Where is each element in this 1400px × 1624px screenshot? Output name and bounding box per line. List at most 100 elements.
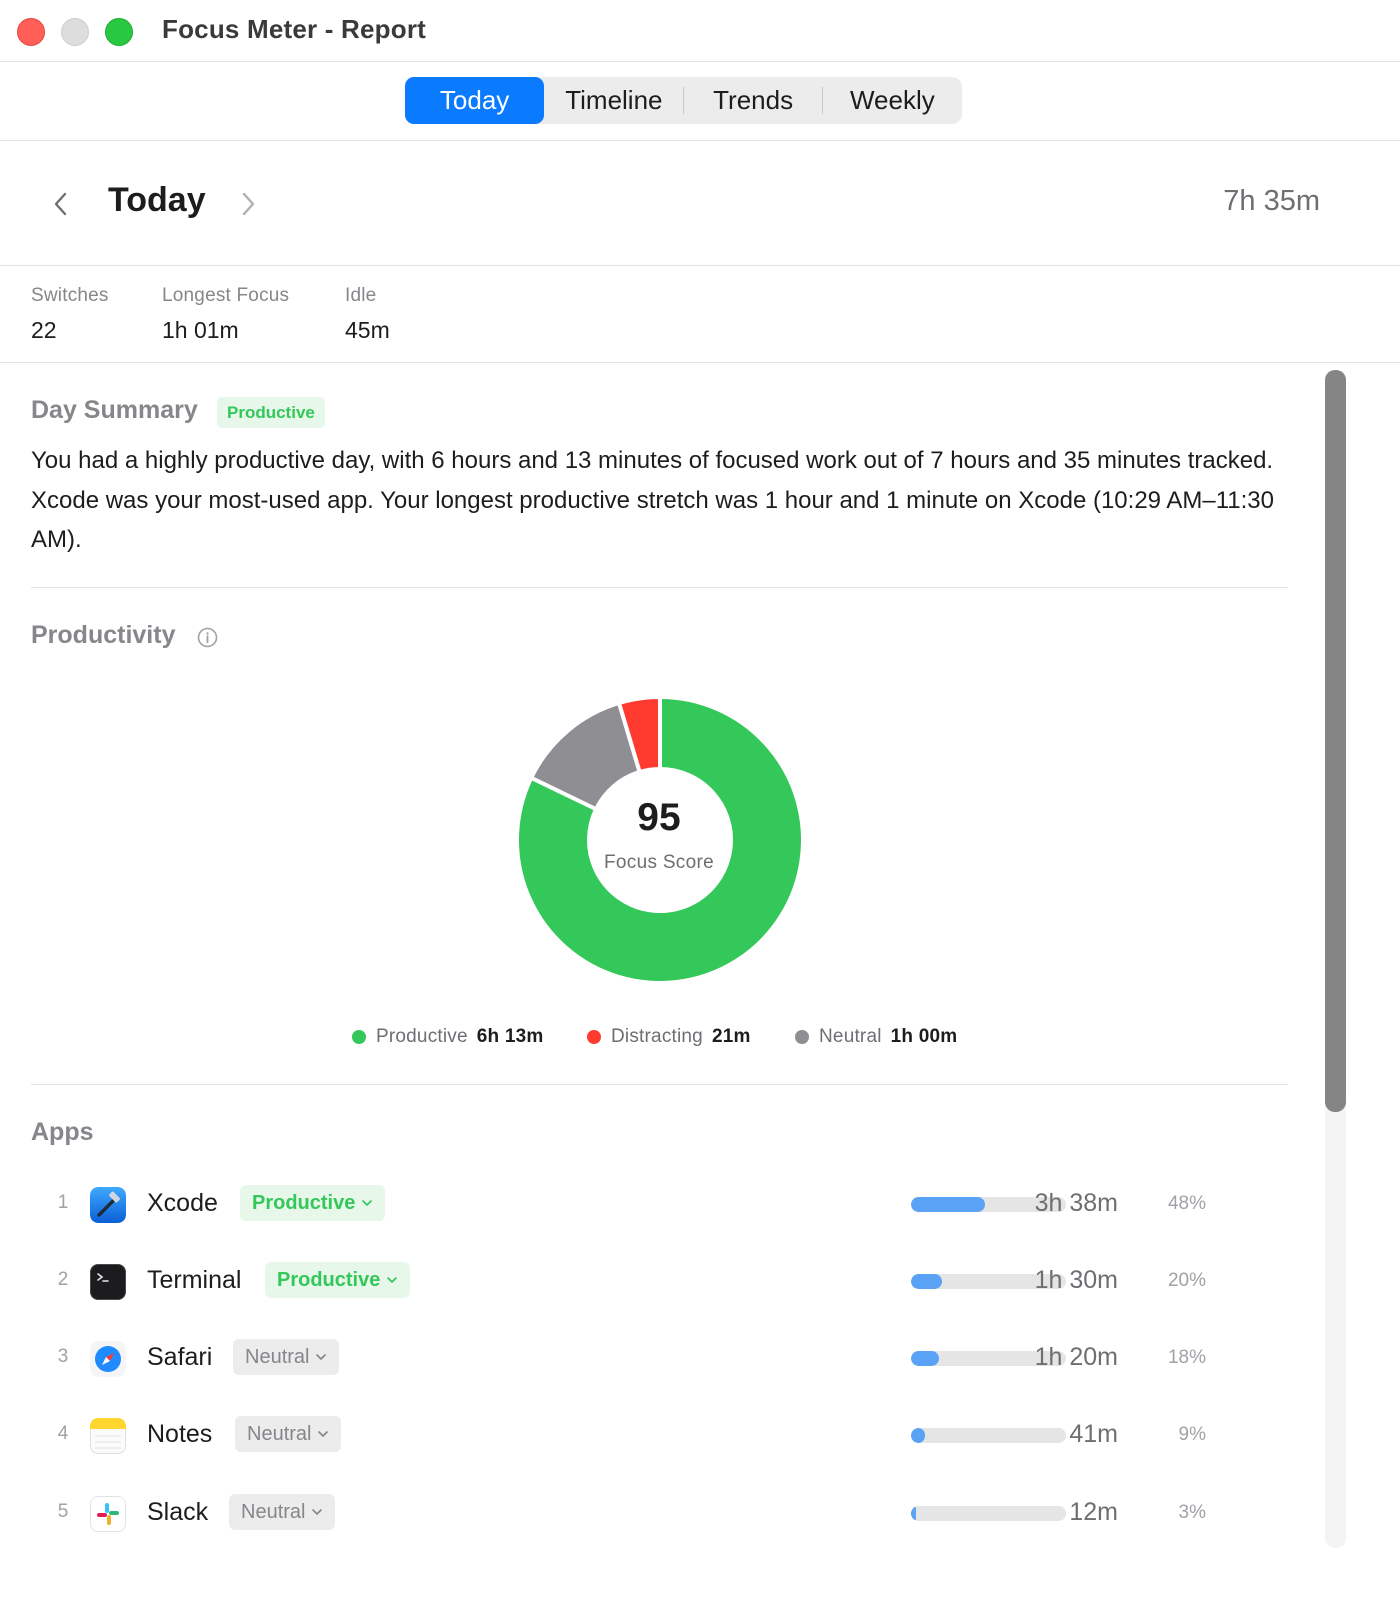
- app-row[interactable]: 5 Slack Neutral 12m 3%: [0, 1484, 1318, 1544]
- segment-divider: [683, 87, 684, 114]
- tab-today[interactable]: Today: [405, 77, 545, 124]
- category-dropdown[interactable]: Neutral: [233, 1339, 340, 1375]
- legend-value: 6h 13m: [476, 1026, 544, 1047]
- legend-label: Neutral: [819, 1026, 882, 1047]
- stat-longest-focus: Longest Focus 1h 01m: [162, 285, 289, 344]
- divider: [31, 1084, 1288, 1085]
- category-dropdown[interactable]: Productive: [240, 1185, 386, 1221]
- notes-icon: [90, 1418, 126, 1454]
- day-summary-title: Day Summary: [31, 396, 198, 424]
- title-bar: Focus Meter - Report: [0, 0, 1400, 62]
- stat-switches: Switches 22: [31, 285, 109, 344]
- legend-dot: [352, 1030, 366, 1044]
- app-name: Xcode: [147, 1189, 218, 1217]
- app-name: Safari: [147, 1343, 213, 1371]
- category-label: Productive: [277, 1268, 381, 1291]
- app-rank: 3: [57, 1346, 69, 1367]
- stat-label: Switches: [31, 285, 109, 306]
- terminal-icon: [90, 1264, 126, 1300]
- app-percent: 18%: [1167, 1347, 1206, 1368]
- app-name: Slack: [147, 1498, 209, 1526]
- legend-value: 1h 00m: [890, 1026, 958, 1047]
- usage-bar-fill: [911, 1197, 986, 1212]
- stats-row: Switches 22 Longest Focus 1h 01m Idle 45…: [0, 266, 1400, 363]
- usage-bar-fill: [911, 1351, 939, 1366]
- legend-productive: Productive 6h 13m: [352, 1026, 543, 1048]
- legend-dot: [587, 1030, 601, 1044]
- app-percent: 3%: [1178, 1502, 1206, 1523]
- focus-donut-chart: [515, 694, 805, 985]
- legend-label: Distracting: [611, 1026, 703, 1047]
- segment-divider: [822, 87, 823, 114]
- usage-bar: [911, 1428, 1066, 1443]
- segmented-control: Today Timeline Trends Weekly: [405, 77, 962, 124]
- usage-bar: [911, 1506, 1066, 1521]
- app-row[interactable]: 1 Xcode Productive 3h 38m 48%: [0, 1175, 1318, 1235]
- date-title: Today: [108, 181, 206, 219]
- app-percent: 48%: [1167, 1193, 1206, 1214]
- stat-value: 45m: [345, 317, 390, 343]
- stat-value: 22: [31, 317, 57, 343]
- day-summary-text: You had a highly productive day, with 6 …: [31, 447, 1274, 553]
- category-dropdown[interactable]: Neutral: [235, 1416, 342, 1452]
- chevron-left-icon[interactable]: [50, 191, 72, 217]
- productivity-title: Productivity: [31, 621, 176, 649]
- window-title: Focus Meter - Report: [162, 14, 427, 44]
- stat-label: Longest Focus: [162, 285, 290, 306]
- chevron-right-icon[interactable]: [237, 191, 259, 217]
- app-time: 41m: [1069, 1420, 1118, 1448]
- app-time: 3h 38m: [1034, 1189, 1118, 1217]
- apps-title: Apps: [31, 1118, 94, 1146]
- usage-bar-fill: [911, 1274, 942, 1289]
- tab-timeline[interactable]: Timeline: [544, 77, 683, 124]
- xcode-icon: [90, 1187, 126, 1223]
- focus-score-value: 95: [637, 796, 681, 839]
- legend-distracting: Distracting 21m: [587, 1026, 751, 1048]
- divider: [31, 587, 1288, 588]
- tab-trends[interactable]: Trends: [684, 77, 823, 124]
- minimize-window-button[interactable]: [61, 18, 89, 46]
- category-label: Neutral: [245, 1345, 310, 1368]
- stat-label: Idle: [345, 285, 377, 306]
- app-row[interactable]: 3 Safari Neutral 1h 20m 18%: [0, 1329, 1318, 1389]
- summary-status-badge: Productive: [217, 397, 325, 428]
- app-time: 1h 20m: [1034, 1343, 1118, 1371]
- legend-neutral: Neutral 1h 00m: [795, 1026, 957, 1048]
- zoom-window-button[interactable]: [105, 18, 133, 46]
- app-time: 12m: [1069, 1498, 1118, 1526]
- app-name: Terminal: [147, 1266, 242, 1294]
- legend-dot: [795, 1030, 809, 1044]
- stat-value: 1h 01m: [162, 317, 239, 343]
- app-row[interactable]: 2 Terminal Productive 1h 30m 20%: [0, 1252, 1318, 1312]
- usage-bar-fill: [911, 1506, 916, 1521]
- app-time: 1h 30m: [1034, 1266, 1118, 1294]
- app-rank: 1: [57, 1192, 69, 1213]
- scrollbar-thumb[interactable]: [1325, 370, 1346, 1112]
- app-rank: 4: [57, 1423, 69, 1444]
- category-dropdown[interactable]: Productive: [265, 1262, 411, 1298]
- app-row[interactable]: 4 Notes Neutral 41m 9%: [0, 1406, 1318, 1466]
- category-label: Neutral: [241, 1500, 306, 1523]
- tab-weekly[interactable]: Weekly: [823, 77, 962, 124]
- app-name: Notes: [147, 1420, 213, 1448]
- app-percent: 9%: [1178, 1424, 1206, 1445]
- close-window-button[interactable]: [17, 18, 45, 46]
- legend-label: Productive: [376, 1026, 468, 1047]
- focus-score-label: Focus Score: [604, 852, 714, 873]
- total-tracked-time: 7h 35m: [1223, 185, 1320, 217]
- date-header: Today 7h 35m: [0, 141, 1400, 266]
- chevron-down-icon: [362, 1200, 373, 1206]
- slack-icon: [90, 1496, 126, 1532]
- chevron-down-icon: [387, 1277, 398, 1283]
- chevron-down-icon: [318, 1431, 329, 1437]
- app-rank: 2: [57, 1269, 69, 1290]
- legend-value: 21m: [711, 1026, 751, 1047]
- info-icon[interactable]: [197, 627, 218, 648]
- chevron-down-icon: [316, 1354, 327, 1360]
- app-percent: 20%: [1167, 1270, 1206, 1291]
- chevron-down-icon: [312, 1509, 323, 1515]
- category-dropdown[interactable]: Neutral: [229, 1494, 336, 1530]
- category-label: Productive: [252, 1191, 356, 1214]
- stat-idle: Idle 45m: [345, 285, 390, 344]
- tab-bar: Today Timeline Trends Weekly: [0, 62, 1400, 141]
